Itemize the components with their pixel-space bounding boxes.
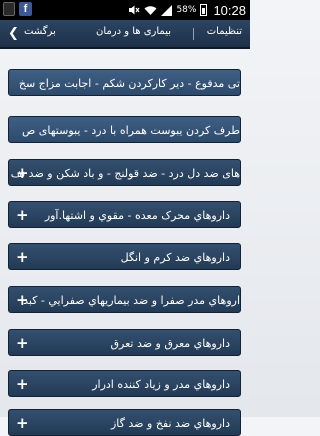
action-bar: ❮ برگشت بیماری ها و درمان تنظیمات [0,20,250,49]
battery-icon [200,4,208,16]
back-arrow-icon[interactable]: ❮ [8,25,19,42]
action-bar-divider [193,28,194,40]
list-item[interactable]: + های ضد دل درد - ضد قولنج - و باد شکن و… [8,159,241,186]
list-item-label: اروهاي مدر صفرا و ضد بيماريهاي صفرايي - … [23,294,240,307]
clock: 10:28 [213,2,246,18]
settings-button[interactable]: تنظیمات [207,26,242,37]
expand-plus-icon: + [16,248,29,266]
list-item-label: داروهاي معرق و ضد تعرق [110,337,230,350]
list-item[interactable]: + داروهاي ضد کرم و انگل [8,243,241,270]
expand-plus-icon: + [16,414,29,432]
list-item-label: های ضد دل درد - ضد قولنج - و باد شکن و ض… [10,167,240,180]
list-item[interactable]: طرف کردن یبوست همراه با درد - یبوستهای ص [8,116,241,143]
expand-plus-icon: + [16,334,29,352]
list-item-label: تی مدفوع - دیر کارکردن شکم - اجابت مزاج … [18,77,240,90]
list-item[interactable]: + داروهاي محرک معده - مقوي و اشتها.آور [8,201,241,228]
battery-percent: 58% [176,5,197,15]
mute-icon [128,4,140,16]
list-item[interactable]: + داروهاي ضد نفخ و ضد گاز [8,409,241,436]
wifi-icon [144,5,157,16]
list-item-label: داروهاي ضد کرم و انگل [120,251,230,264]
facebook-notification-icon: f [19,2,32,16]
screen-title: بیماری ها و درمان [96,26,171,37]
list-item[interactable]: تی مدفوع - دیر کارکردن شکم - اجابت مزاج … [8,69,241,96]
image-notification-icon [3,2,15,16]
list-item[interactable]: + داروهاي معرق و ضد تعرق [8,329,241,356]
signal-icon [161,4,173,16]
list-item-label: داروهاي ضد نفخ و ضد گاز [111,417,230,430]
back-button[interactable]: برگشت [24,26,56,37]
expand-plus-icon: + [16,206,29,224]
status-bar: f 58% 10:28 [0,0,250,20]
list-item-label: طرف کردن یبوست همراه با درد - یبوستهای ص [21,124,240,137]
expand-plus-icon: + [16,375,29,393]
list-item-label: داروهاي محرک معده - مقوي و اشتها.آور [44,209,230,222]
list-item-label: داروهاي مدر و زياد کننده ادرار [92,378,230,391]
list-item[interactable]: + داروهاي مدر و زياد کننده ادرار [8,370,241,397]
list-item[interactable]: + اروهاي مدر صفرا و ضد بيماريهاي صفرايي … [8,286,241,313]
